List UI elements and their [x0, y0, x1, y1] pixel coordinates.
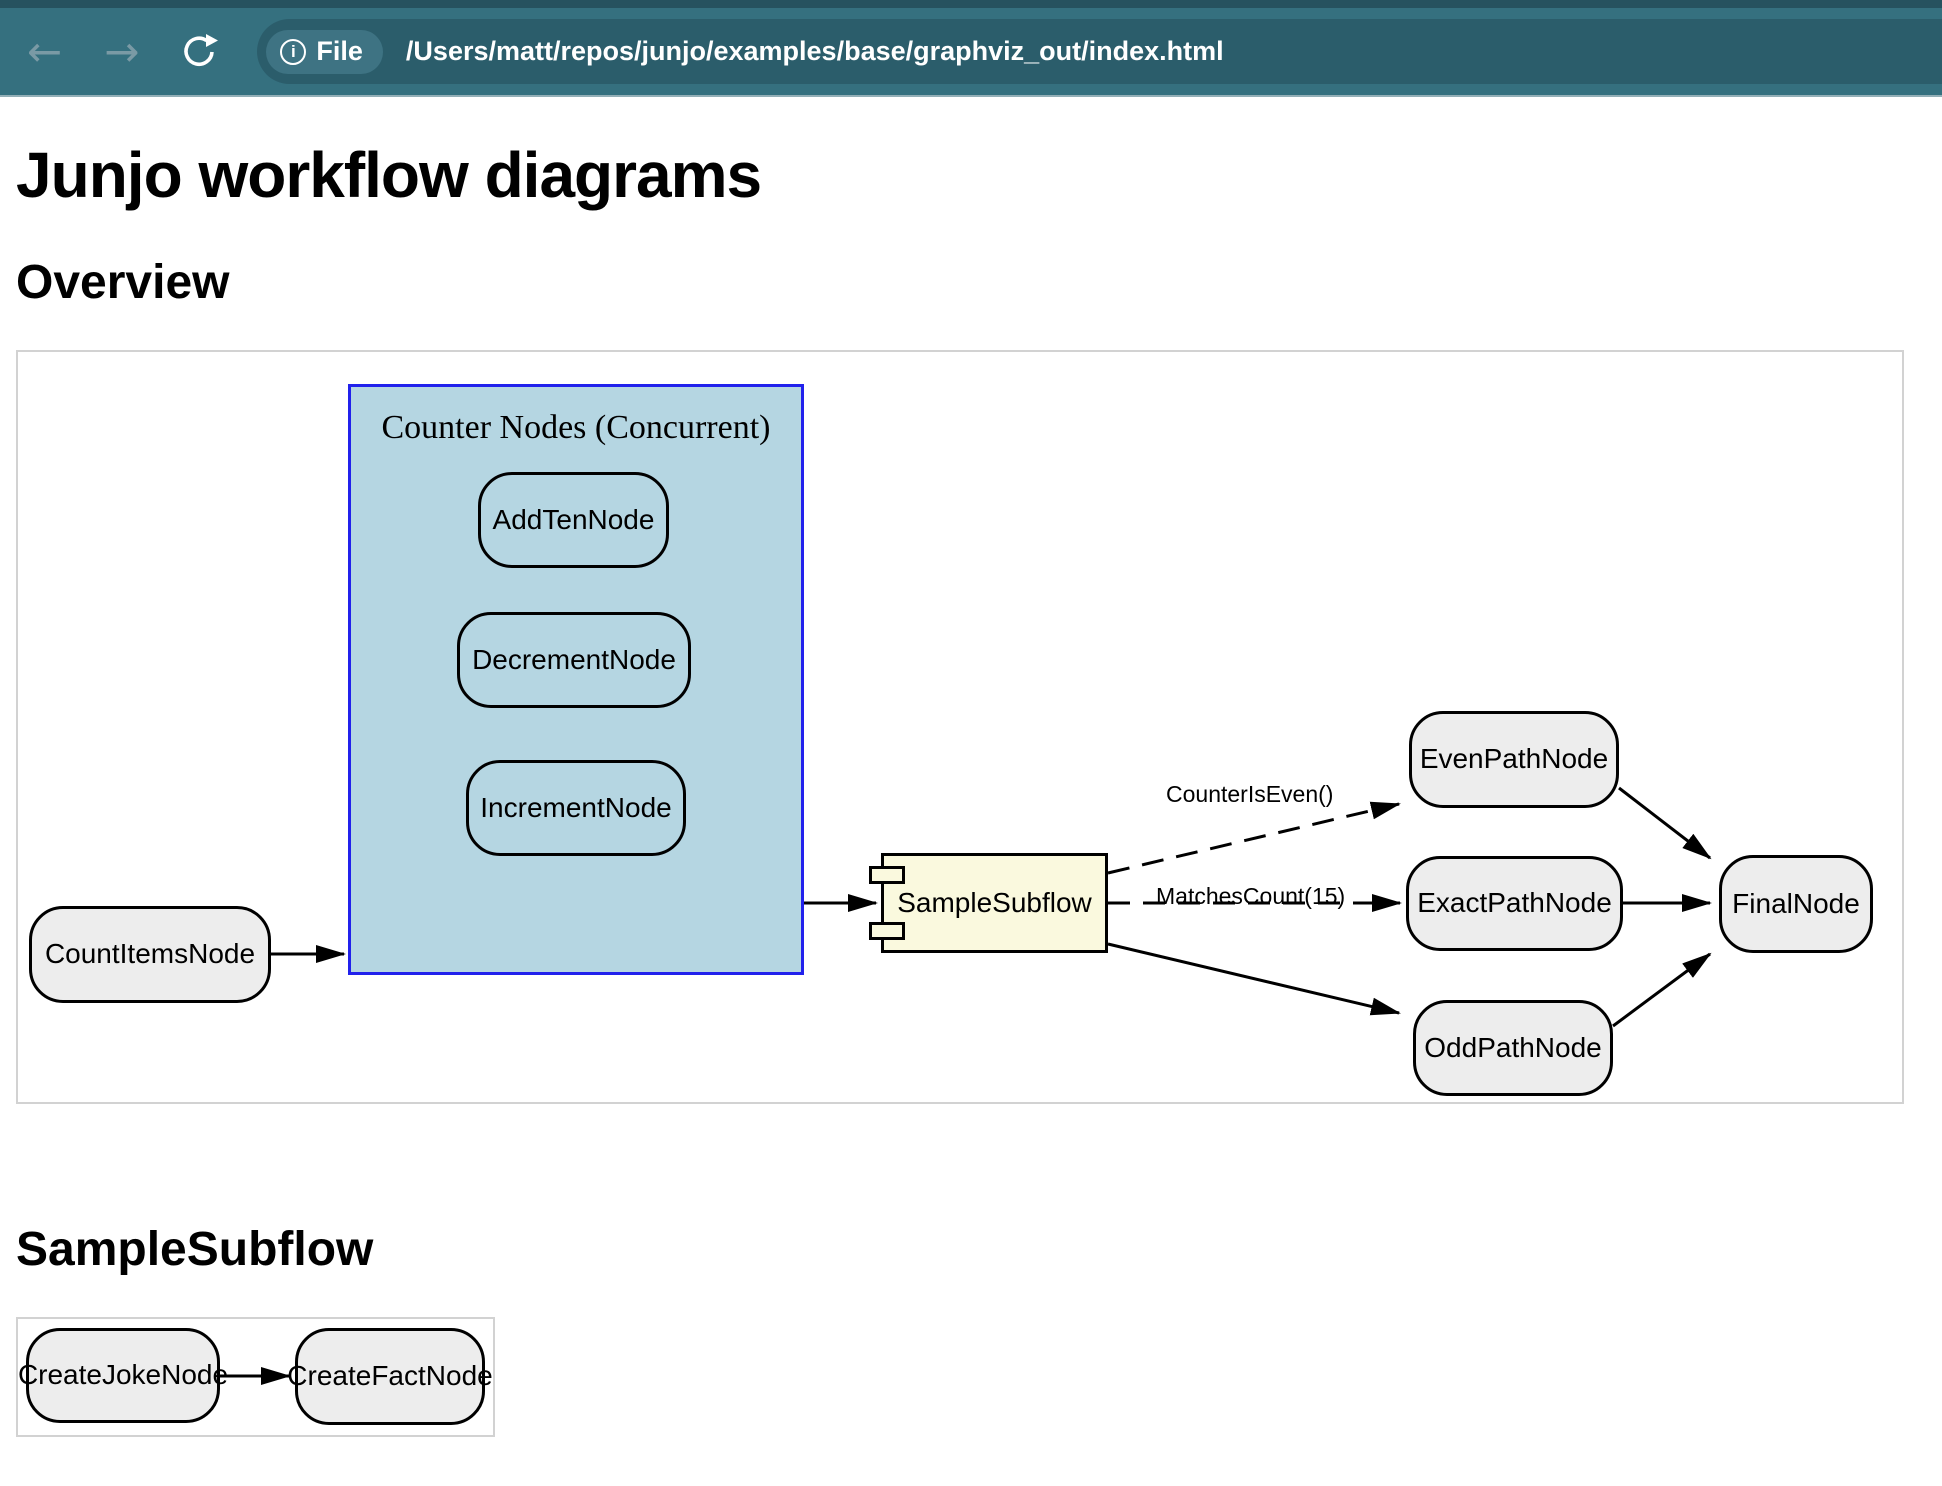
edge-label-counteriseven: CounterIsEven() — [1166, 781, 1333, 808]
node-samplesubflow: SampleSubflow — [881, 853, 1108, 953]
component-tab — [869, 922, 905, 940]
overview-edges — [18, 352, 1902, 1102]
info-icon: i — [280, 39, 306, 65]
toolbar-row: ← → i File /Users/matt/repos/junjo/examp… — [0, 8, 1942, 95]
file-badge[interactable]: i File — [266, 30, 383, 74]
node-decrementnode: DecrementNode — [457, 612, 691, 708]
edge-samplesubflow-evenpathnode — [1108, 804, 1399, 873]
forward-icon[interactable]: → — [104, 31, 139, 73]
overview-diagram: Counter Nodes (Concurrent) AddTenNode De… — [16, 350, 1904, 1104]
node-incrementnode: IncrementNode — [466, 760, 686, 856]
edge-label-matchescount: MatchesCount(15) — [1156, 883, 1345, 910]
node-addtennode: AddTenNode — [478, 472, 669, 568]
edge-evenpathnode-finalnode — [1619, 788, 1710, 858]
node-samplesubflow-label: SampleSubflow — [897, 887, 1092, 919]
node-exactpathnode: ExactPathNode — [1406, 856, 1623, 951]
node-countitemsnode: CountItemsNode — [29, 906, 271, 1003]
window-top-strip — [0, 0, 1942, 8]
edge-oddpathnode-finalnode — [1613, 954, 1710, 1026]
node-evenpathnode: EvenPathNode — [1409, 711, 1619, 808]
component-tab — [869, 866, 905, 884]
node-oddpathnode: OddPathNode — [1413, 1000, 1613, 1096]
back-icon[interactable]: ← — [27, 31, 62, 73]
subflow-diagram: CreateJokeNode CreateFactNode — [16, 1317, 495, 1437]
browser-toolbar: ← → i File /Users/matt/repos/junjo/examp… — [0, 0, 1942, 97]
node-finalnode: FinalNode — [1719, 855, 1873, 953]
page-title: Junjo workflow diagrams — [16, 139, 1942, 213]
node-createfactnode: CreateFactNode — [295, 1328, 485, 1425]
page-content: Junjo workflow diagrams Overview Counter… — [0, 139, 1942, 1437]
section-overview-heading: Overview — [16, 255, 1942, 310]
node-createjokenode: CreateJokeNode — [26, 1328, 220, 1423]
reload-icon-glyph — [179, 32, 219, 72]
reload-icon[interactable] — [179, 32, 219, 72]
url-text: /Users/matt/repos/junjo/examples/base/gr… — [406, 36, 1224, 67]
section-subflow-heading: SampleSubflow — [16, 1222, 1942, 1277]
edge-samplesubflow-oddpathnode — [1108, 944, 1399, 1013]
address-bar[interactable]: i File /Users/matt/repos/junjo/examples/… — [257, 19, 1942, 84]
file-badge-label: File — [316, 36, 363, 67]
cluster-title: Counter Nodes (Concurrent) — [351, 409, 801, 447]
